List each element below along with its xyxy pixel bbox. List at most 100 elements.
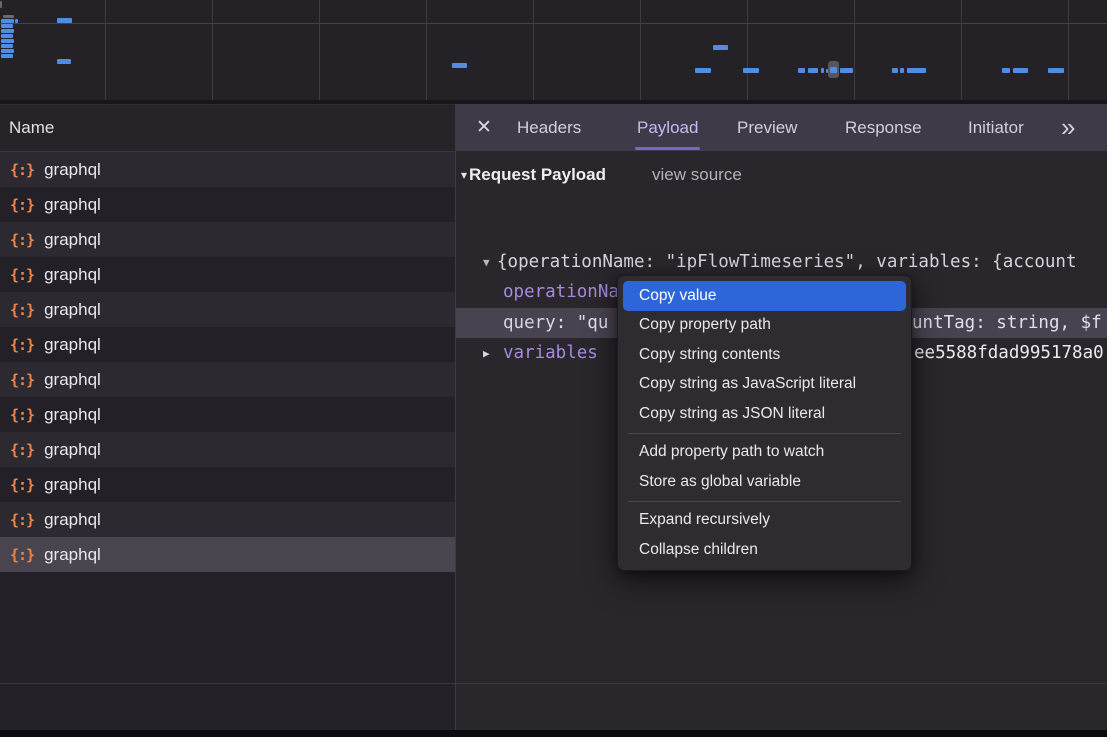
name-column-header[interactable]: Name: [0, 104, 455, 152]
view-source-link[interactable]: view source: [652, 165, 742, 185]
menu-item-copy-property-path[interactable]: Copy property path: [623, 311, 906, 341]
json-root-preview: {operationName: "ipFlowTimeseries", vari…: [497, 252, 1076, 272]
overview-gridline: [533, 0, 534, 100]
network-request-row[interactable]: {:}graphql: [0, 502, 455, 537]
waterfall-bar[interactable]: [798, 68, 805, 73]
json-fetch-icon: {:}: [10, 196, 34, 214]
network-request-row[interactable]: {:}graphql: [0, 327, 455, 362]
context-menu: Copy valueCopy property pathCopy string …: [617, 275, 912, 571]
request-rows: {:} graphql {:} graphql {:} graphql {:} graphql…: [0, 152, 455, 572]
menu-item-store-as-global-variable[interactable]: Store as global variable: [623, 467, 906, 497]
summary-divider: [0, 683, 1107, 684]
json-key: variables: [503, 343, 598, 363]
overview-horizontal-gridline: [0, 23, 1107, 24]
json-fetch-icon: {:}: [10, 266, 34, 284]
waterfall-bar[interactable]: [1, 29, 14, 33]
network-request-row[interactable]: {:}graphql: [0, 187, 455, 222]
network-request-row[interactable]: {:} graphql: [0, 397, 455, 432]
request-name: graphql: [44, 300, 101, 320]
menu-item-copy-value[interactable]: Copy value: [623, 281, 906, 311]
waterfall-bar[interactable]: [821, 68, 824, 73]
more-tabs-chevron-icon[interactable]: »: [1061, 104, 1075, 151]
waterfall-bar[interactable]: [892, 68, 898, 73]
waterfall-bar[interactable]: [1, 44, 13, 48]
section-collapse-icon[interactable]: ▾: [461, 168, 467, 182]
json-root-row[interactable]: ▼ {operationName: "ipFlowTimeseries", va…: [456, 247, 1107, 277]
expand-arrow-icon[interactable]: ▼: [483, 256, 490, 269]
waterfall-bar[interactable]: [695, 68, 711, 73]
waterfall-bar[interactable]: [1013, 68, 1028, 73]
waterfall-bar[interactable]: [57, 59, 71, 64]
network-request-row[interactable]: {:} graphql: [0, 467, 455, 502]
window-bottom-edge: [0, 730, 1107, 737]
section-title: Request Payload: [469, 165, 606, 185]
waterfall-bar[interactable]: [1002, 68, 1010, 73]
json-fetch-icon: {:}: [10, 336, 34, 354]
menu-item-copy-string-as-json-literal[interactable]: Copy string as JSON literal: [623, 399, 906, 429]
waterfall-bar[interactable]: [0, 1, 2, 8]
network-overview-timeline[interactable]: [0, 0, 1107, 100]
json-fetch-icon: {:}: [10, 231, 34, 249]
collapse-arrow-icon[interactable]: ▶: [483, 347, 490, 360]
json-fetch-icon: {:}: [10, 441, 34, 459]
network-request-row[interactable]: {:} graphql: [0, 152, 455, 187]
waterfall-bar[interactable]: [1, 34, 13, 38]
json-fetch-icon: {:}: [10, 476, 34, 494]
overview-gridline: [319, 0, 320, 100]
waterfall-bar[interactable]: [1048, 68, 1064, 73]
network-request-row[interactable]: {:} graphql: [0, 257, 455, 292]
json-string-value-tail: untTag: string, $f: [912, 308, 1102, 338]
network-request-row[interactable]: {:}graphql: [0, 432, 455, 467]
waterfall-bar[interactable]: [743, 68, 759, 73]
request-name: graphql: [44, 265, 101, 285]
waterfall-bar[interactable]: [1, 39, 14, 43]
network-request-row[interactable]: {:}graphql: [0, 222, 455, 257]
json-separator: :: [556, 313, 577, 333]
waterfall-bar[interactable]: [3, 15, 14, 18]
waterfall-bar[interactable]: [57, 18, 72, 23]
request-name: graphql: [44, 475, 101, 495]
network-request-row[interactable]: {:}graphql: [0, 362, 455, 397]
json-fetch-icon: {:}: [10, 511, 34, 529]
menu-item-copy-string-contents[interactable]: Copy string contents: [623, 340, 906, 370]
json-fetch-icon: {:}: [10, 371, 34, 389]
tab-initiator[interactable]: Initiator: [968, 104, 1024, 151]
menu-item-add-property-path-to-watch[interactable]: Add property path to watch: [623, 438, 906, 468]
menu-item-collapse-children[interactable]: Collapse children: [623, 535, 906, 565]
menu-item-expand-recursively[interactable]: Expand recursively: [623, 506, 906, 536]
waterfall-bar[interactable]: [1, 54, 13, 58]
menu-separator: [628, 433, 901, 434]
detail-tab-bar: ✕ Headers Payload Preview Response Initi…: [456, 104, 1107, 151]
tab-payload[interactable]: Payload: [637, 104, 698, 151]
devtools-network-panel: Name {:}graphql{:}graphql{:}graphql{:}gr…: [0, 0, 1107, 737]
tab-response[interactable]: Response: [845, 104, 922, 151]
name-column-label: Name: [9, 118, 54, 138]
overview-gridline: [105, 0, 106, 100]
waterfall-bar[interactable]: [808, 68, 818, 73]
panel-splitter[interactable]: [455, 104, 456, 737]
json-fetch-icon: {:}: [10, 161, 34, 179]
waterfall-bar[interactable]: [15, 19, 18, 23]
network-request-row[interactable]: {:}graphql: [0, 537, 455, 572]
tab-preview[interactable]: Preview: [737, 104, 797, 151]
request-name: graphql: [44, 405, 101, 425]
request-payload-section[interactable]: ▾ Request Payload view source: [461, 165, 742, 185]
close-icon[interactable]: ✕: [476, 104, 492, 151]
tab-headers[interactable]: Headers: [517, 104, 581, 151]
waterfall-bar[interactable]: [1, 24, 13, 28]
waterfall-bar[interactable]: [840, 68, 853, 73]
menu-item-copy-string-as-javascript-literal[interactable]: Copy string as JavaScript literal: [623, 370, 906, 400]
waterfall-bar[interactable]: [900, 68, 904, 73]
overview-gridline: [640, 0, 641, 100]
waterfall-bar[interactable]: [713, 45, 728, 50]
waterfall-bar[interactable]: [1, 19, 14, 23]
network-request-row[interactable]: {:} graphql: [0, 292, 455, 327]
waterfall-bar[interactable]: [452, 63, 467, 68]
json-key: query: [503, 313, 556, 333]
waterfall-bar[interactable]: [830, 67, 837, 73]
waterfall-bar[interactable]: [907, 68, 926, 73]
json-fetch-icon: {:}: [10, 301, 34, 319]
waterfall-bar[interactable]: [1, 49, 14, 53]
request-name: graphql: [44, 160, 101, 180]
json-fetch-icon: {:}: [10, 406, 34, 424]
